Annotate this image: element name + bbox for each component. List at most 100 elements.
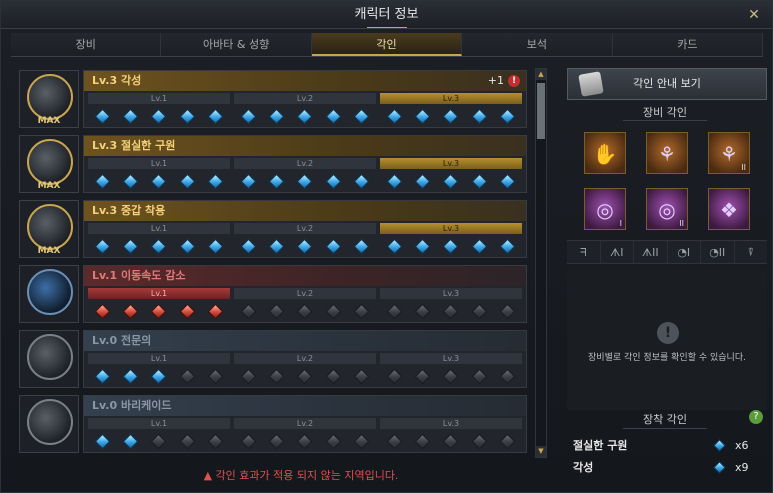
ring-icon[interactable]: ◎ I: [584, 188, 626, 230]
active-engraving-count: x9: [735, 461, 749, 474]
tab-avatar[interactable]: 아바타 & 성향: [161, 33, 312, 56]
engraving-bar: Lv.3 중갑 착용 Lv.1 Lv.2 Lv.3: [83, 200, 527, 258]
engraving-row[interactable]: MAX Lv.3 각성 +1! Lv.1 Lv.2 Lv.3: [19, 68, 527, 130]
engraving-header: Lv.3 중갑 착용: [84, 201, 526, 221]
scroll-down-icon[interactable]: ▼: [536, 446, 546, 457]
max-badge: MAX: [37, 181, 61, 191]
engraving-node-icon: [268, 368, 285, 385]
engraving-row[interactable]: Lv.0 바리케이드 Lv.1 Lv.2 Lv.3: [19, 393, 527, 455]
engraving-node-icon: [353, 108, 370, 125]
close-icon[interactable]: ✕: [744, 1, 764, 29]
level-label: Lv.3: [380, 418, 522, 429]
engraving-bar: Lv.3 각성 +1! Lv.1 Lv.2 Lv.3: [83, 70, 527, 128]
engraving-guide-button[interactable]: 각인 안내 보기: [567, 68, 767, 100]
engraving-node-icon: [471, 238, 488, 255]
level-track: Lv.1 Lv.2 Lv.3: [84, 91, 526, 125]
level-segment: Lv.2: [234, 223, 376, 255]
engraving-node-icon: [151, 108, 167, 125]
level-label: Lv.2: [234, 288, 376, 299]
engraving-node-icon: [386, 108, 402, 125]
engraving-node-icon: [122, 368, 139, 385]
engraving-node-icon: [179, 173, 196, 190]
engraving-header: Lv.1 이동속도 감소: [84, 266, 526, 286]
engraving-node-icon: [240, 303, 256, 320]
engraving-node-icon: [94, 433, 110, 450]
engraving-node-icon: [499, 108, 516, 125]
engraving-node-icon: [499, 368, 516, 385]
engraving-node-icon: [207, 238, 224, 255]
ring-icon[interactable]: ◎ II: [646, 188, 688, 230]
alert-icon[interactable]: !: [508, 75, 520, 87]
engraving-node-icon: [414, 238, 431, 255]
level-segment: Lv.3: [380, 93, 522, 125]
gem-icon: [713, 439, 726, 452]
level-segment: Lv.2: [234, 93, 376, 125]
max-badge: MAX: [37, 116, 61, 126]
help-icon[interactable]: ?: [749, 410, 763, 424]
engraving-node-icon: [353, 303, 370, 320]
engraving-header: Lv.0 바리케이드: [84, 396, 526, 416]
book-icon: [578, 71, 604, 97]
engraving-node-icon: [471, 303, 488, 320]
engraving-row[interactable]: MAX Lv.3 중갑 착용 Lv.1 Lv.2 Lv.3: [19, 198, 527, 260]
divider: [623, 120, 707, 121]
engraving-node-icon: [207, 433, 224, 450]
engraving-guide-label: 각인 안내 보기: [633, 77, 701, 90]
engraving-node-icon: [94, 368, 110, 385]
level-segment: Lv.3: [380, 288, 522, 320]
filter-necklace-1-icon[interactable]: ᗑI: [601, 241, 634, 263]
engraving-name: Lv.3 중갑 착용: [92, 204, 166, 217]
gem-row: [88, 104, 230, 125]
engraving-name: Lv.0 바리케이드: [92, 399, 172, 412]
gem-row: [234, 364, 376, 385]
scrollbar[interactable]: ▲ ▼: [535, 68, 547, 458]
gloves-icon[interactable]: ✋: [584, 132, 626, 174]
engraving-node-icon: [207, 303, 224, 320]
filter-ring-2-icon[interactable]: ◔II: [701, 241, 735, 263]
title-bar: 캐릭터 정보 ✕: [1, 1, 772, 29]
engraving-node-icon: [443, 368, 459, 385]
gem-row: [88, 299, 230, 320]
tab-gems[interactable]: 보석: [462, 33, 613, 56]
engraving-node-icon: [353, 433, 370, 450]
scroll-thumb[interactable]: [537, 83, 545, 139]
engraving-node-icon: [179, 303, 196, 320]
gem-row: [380, 429, 522, 450]
tab-engraving[interactable]: 각인: [311, 27, 463, 56]
tab-cards[interactable]: 카드: [612, 33, 764, 56]
filter-necklace-2-icon[interactable]: ᗑII: [634, 241, 668, 263]
engraving-bar: Lv.0 전문의 Lv.1 Lv.2 Lv.3: [83, 330, 527, 388]
active-engraving-name: 각성: [573, 461, 594, 474]
engraving-row[interactable]: MAX Lv.3 절실한 구원 Lv.1 Lv.2 Lv.3: [19, 133, 527, 195]
level-track: Lv.1 Lv.2 Lv.3: [84, 221, 526, 255]
level-label: Lv.1: [88, 418, 230, 429]
active-engraving-name: 절실한 구원: [573, 439, 628, 452]
ability-stone-icon[interactable]: ❖: [708, 188, 750, 230]
engraving-row[interactable]: Lv.0 전문의 Lv.1 Lv.2 Lv.3: [19, 328, 527, 390]
filter-gloves-icon[interactable]: ᖷ: [567, 241, 601, 263]
engraving-node-icon: [386, 433, 402, 450]
gem-row: [380, 364, 522, 385]
level-label: Lv.1: [88, 288, 230, 299]
equip-info-box: ! 장비별로 각인 정보를 확인할 수 있습니다.: [567, 268, 767, 410]
filter-stone-icon[interactable]: ⍒: [735, 241, 768, 263]
engraving-node-icon: [207, 173, 224, 190]
engraving-emblem-icon: [27, 269, 73, 315]
slot-number: I: [619, 219, 622, 228]
engraving-node-icon: [443, 108, 459, 125]
necklace-icon[interactable]: ⚘: [646, 132, 688, 174]
necklace-icon[interactable]: ⚘ II: [708, 132, 750, 174]
engraving-node-icon: [499, 433, 516, 450]
filter-ring-1-icon[interactable]: ◔I: [668, 241, 701, 263]
engraving-row[interactable]: Lv.1 이동속도 감소 Lv.1 Lv.2 Lv.3: [19, 263, 527, 325]
engraving-node-icon: [268, 433, 285, 450]
engraving-node-icon: [151, 433, 167, 450]
engraving-node-icon: [179, 108, 196, 125]
scroll-up-icon[interactable]: ▲: [536, 69, 546, 80]
tab-equipment[interactable]: 장비: [11, 33, 162, 56]
equip-engraving-title: 장비 각인: [643, 106, 687, 119]
engraving-node-icon: [122, 238, 139, 255]
engraving-node-icon: [353, 368, 370, 385]
engraving-node-icon: [240, 238, 256, 255]
engraving-icon: [19, 395, 79, 453]
